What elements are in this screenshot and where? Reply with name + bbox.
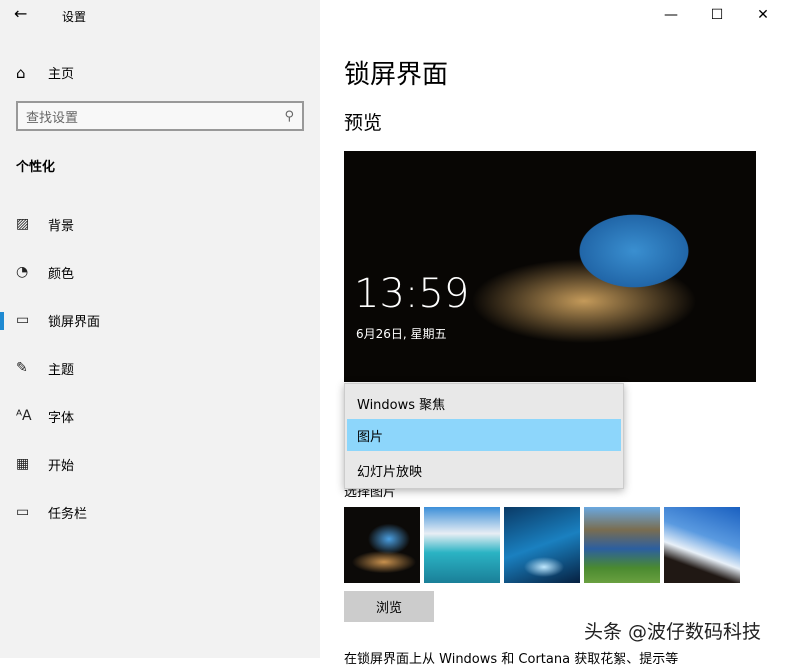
sidebar-item-background[interactable]: ▨ 背景 [0, 204, 320, 244]
section-title: 个性化 [16, 160, 56, 175]
thumbnail-window-lake[interactable] [424, 507, 500, 583]
sidebar-item-themes[interactable]: ✎ 主题 [0, 348, 320, 388]
taskbar-icon: ▭ [16, 504, 30, 520]
picture-icon: ▨ [16, 216, 30, 232]
home-icon: ⌂ [16, 63, 26, 82]
picture-thumbnails [344, 507, 740, 583]
nav-label: 背景 [48, 218, 75, 234]
watermark: 头条 @波仔数码科技 [584, 621, 762, 643]
nav-label: 字体 [48, 410, 75, 426]
lock-screen-preview: 13:59 6月26日, 星期五 [344, 151, 756, 382]
sidebar-item-lock-screen[interactable]: ▭ 锁屏界面 [0, 300, 320, 340]
app-title: 设置 [62, 10, 87, 24]
lock-screen-icon: ▭ [16, 312, 30, 328]
option-windows-spotlight[interactable]: Windows 聚焦 [345, 387, 623, 419]
thumbnail-mountain-lake[interactable] [584, 507, 660, 583]
theme-icon: ✎ [16, 360, 28, 376]
browse-button[interactable]: 浏览 [344, 591, 434, 622]
sidebar-item-colors[interactable]: ◔ 颜色 [0, 252, 320, 292]
palette-icon: ◔ [16, 264, 29, 280]
start-icon: ▦ [16, 456, 30, 472]
search-input[interactable]: 查找设置 ⚲ [16, 101, 304, 131]
thumbnail-cave[interactable] [344, 507, 420, 583]
sidebar-item-taskbar[interactable]: ▭ 任务栏 [0, 492, 320, 532]
home-label: 主页 [48, 67, 75, 82]
nav-label: 任务栏 [48, 506, 88, 522]
background-dropdown[interactable]: Windows 聚焦 图片 幻灯片放映 [344, 383, 624, 489]
home-link[interactable]: ⌂ 主页 [16, 63, 75, 83]
sidebar-item-start[interactable]: ▦ 开始 [0, 444, 320, 484]
font-icon: ᴬA [16, 408, 32, 424]
back-arrow-icon[interactable]: ← [14, 4, 27, 23]
preview-time: 13:59 [354, 271, 470, 317]
maximize-button[interactable]: ☐ [694, 0, 740, 30]
nav-label: 锁屏界面 [48, 314, 101, 330]
window-controls: — ☐ ✕ [648, 0, 786, 30]
sidebar: ← 设置 ⌂ 主页 查找设置 ⚲ 个性化 ▨ 背景 ◔ 颜色 ▭ 锁屏界面 ✎ 主题 ᴬA 字… [0, 0, 320, 658]
nav-label: 开始 [48, 458, 75, 474]
thumbnail-hill-clouds[interactable] [664, 507, 740, 583]
option-picture[interactable]: 图片 [347, 419, 621, 451]
nav-label: 主题 [48, 362, 75, 378]
close-button[interactable]: ✕ [740, 0, 786, 30]
thumbnail-ice-cave[interactable] [504, 507, 580, 583]
preview-heading: 预览 [344, 112, 383, 134]
page-title: 锁屏界面 [344, 60, 449, 90]
search-icon[interactable]: ⚲ [284, 109, 294, 124]
sidebar-item-fonts[interactable]: ᴬA 字体 [0, 396, 320, 436]
nav-label: 颜色 [48, 266, 75, 282]
minimize-button[interactable]: — [648, 0, 694, 30]
search-placeholder: 查找设置 [26, 110, 79, 126]
preview-date: 6月26日, 星期五 [356, 327, 447, 341]
option-slideshow[interactable]: 幻灯片放映 [345, 454, 623, 486]
